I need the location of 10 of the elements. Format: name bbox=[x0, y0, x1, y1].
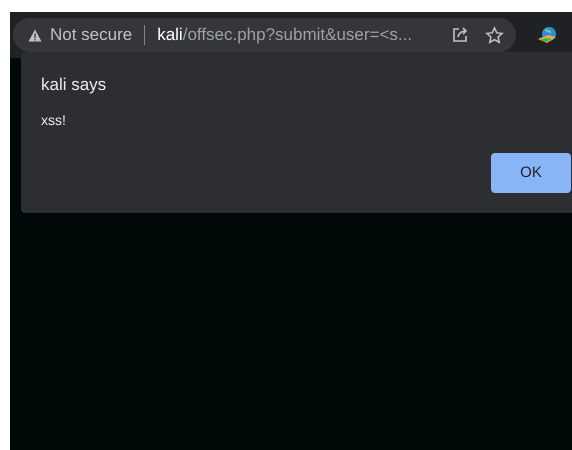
ok-button[interactable]: OK bbox=[491, 153, 571, 193]
address-bar[interactable]: Not secure kali/offsec.php?submit&user=<s... bbox=[13, 18, 516, 52]
extension-icon[interactable] bbox=[536, 25, 558, 45]
dialog-title: kali says bbox=[41, 74, 108, 96]
warning-icon bbox=[28, 28, 42, 42]
dialog-message: xss! bbox=[41, 111, 67, 130]
url-text[interactable]: kali/offsec.php?submit&user=<s... bbox=[157, 22, 412, 48]
star-icon[interactable] bbox=[485, 26, 504, 44]
security-label[interactable]: Not secure bbox=[50, 22, 132, 48]
share-icon[interactable] bbox=[451, 26, 469, 44]
